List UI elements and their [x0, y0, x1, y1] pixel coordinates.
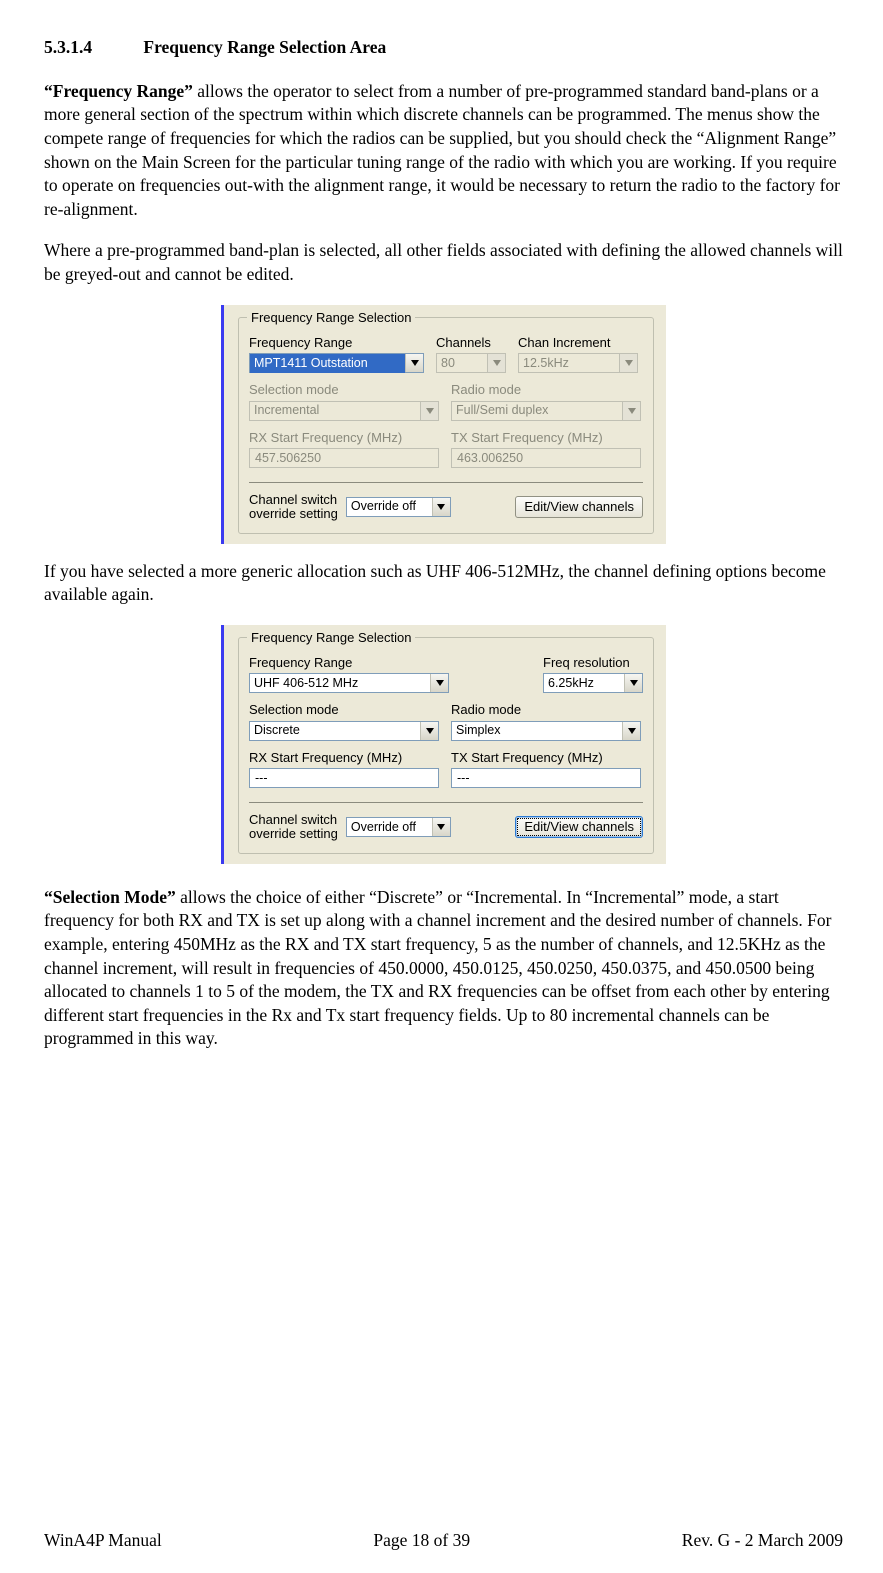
section-heading: 5.3.1.4 Frequency Range Selection Area: [44, 36, 843, 60]
label-selection-mode: Selection mode: [249, 701, 439, 719]
rx-start-field[interactable]: ---: [249, 768, 439, 788]
bottom-row: Channel switch override setting Override…: [249, 813, 643, 840]
chan-increment-dropdown: 12.5kHz: [518, 353, 638, 373]
label-radio-mode: Radio mode: [451, 381, 641, 399]
selection-mode-dropdown[interactable]: Discrete: [249, 721, 439, 741]
para4-rest: allows the choice of either “Discrete” o…: [44, 887, 831, 1049]
freq-range-groupbox-1: Frequency Range Selection Frequency Rang…: [221, 305, 666, 544]
selection-mode-value: Incremental: [250, 401, 420, 420]
chevron-down-icon: [622, 722, 640, 740]
freq-range-value: MPT1411 Outstation: [250, 354, 405, 373]
override-dropdown[interactable]: Override off: [346, 817, 451, 837]
chevron-down-icon: [432, 818, 450, 836]
radio-mode-value: Full/Semi duplex: [452, 401, 622, 420]
chevron-down-icon: [619, 354, 637, 372]
override-dropdown[interactable]: Override off: [346, 497, 451, 517]
chevron-down-icon: [405, 354, 423, 372]
radio-mode-dropdown[interactable]: Simplex: [451, 721, 641, 741]
label-channel-switch-override: Channel switch override setting: [249, 813, 338, 840]
figure-1: Frequency Range Selection Frequency Rang…: [44, 305, 843, 544]
para4-lead: “Selection Mode”: [44, 887, 176, 907]
freq-resolution-dropdown[interactable]: 6.25kHz: [543, 673, 643, 693]
footer-left: WinA4P Manual: [44, 1529, 162, 1553]
freq-range-groupbox-2: Frequency Range Selection Frequency Rang…: [221, 625, 666, 864]
label-rx-start: RX Start Frequency (MHz): [249, 749, 439, 767]
channels-value: 80: [437, 354, 487, 373]
label-freq-range: Frequency Range: [249, 654, 449, 672]
figure-2: Frequency Range Selection Frequency Rang…: [44, 625, 843, 864]
radio-mode-value: Simplex: [452, 721, 622, 740]
groupbox-legend: Frequency Range Selection: [247, 629, 415, 647]
selection-mode-value: Discrete: [250, 721, 420, 740]
freq-range-dropdown[interactable]: MPT1411 Outstation: [249, 353, 424, 373]
label-freq-resolution: Freq resolution: [543, 654, 643, 672]
chevron-down-icon: [430, 674, 448, 692]
label-channels: Channels: [436, 334, 506, 352]
para1-rest: allows the operator to select from a num…: [44, 81, 840, 219]
bottom-row: Channel switch override setting Override…: [249, 493, 643, 520]
label-chan-increment: Chan Increment: [518, 334, 638, 352]
freq-range-dropdown[interactable]: UHF 406-512 MHz: [249, 673, 449, 693]
edit-view-channels-button[interactable]: Edit/View channels: [515, 816, 643, 838]
chevron-down-icon: [420, 722, 438, 740]
paragraph-3: If you have selected a more generic allo…: [44, 560, 843, 607]
label-rx-start: RX Start Frequency (MHz): [249, 429, 439, 447]
edit-view-channels-button[interactable]: Edit/View channels: [515, 496, 643, 518]
freq-range-value: UHF 406-512 MHz: [250, 674, 430, 693]
override-value: Override off: [347, 497, 432, 516]
selection-mode-dropdown: Incremental: [249, 401, 439, 421]
footer-right: Rev. G - 2 March 2009: [682, 1529, 843, 1553]
rx-start-field: 457.506250: [249, 448, 439, 468]
paragraph-2: Where a pre-programmed band-plan is sele…: [44, 239, 843, 286]
chevron-down-icon: [624, 674, 642, 692]
chevron-down-icon: [420, 402, 438, 420]
footer-center: Page 18 of 39: [373, 1529, 470, 1553]
section-title: Frequency Range Selection Area: [143, 37, 386, 57]
chevron-down-icon: [622, 402, 640, 420]
chan-increment-value: 12.5kHz: [519, 354, 619, 373]
override-value: Override off: [347, 818, 432, 837]
label-tx-start: TX Start Frequency (MHz): [451, 749, 641, 767]
divider: [249, 482, 643, 483]
groupbox-legend: Frequency Range Selection: [247, 309, 415, 327]
tx-start-field[interactable]: ---: [451, 768, 641, 788]
section-number: 5.3.1.4: [44, 36, 139, 60]
label-freq-range: Frequency Range: [249, 334, 424, 352]
chevron-down-icon: [432, 498, 450, 516]
tx-start-field: 463.006250: [451, 448, 641, 468]
page-footer: WinA4P Manual Page 18 of 39 Rev. G - 2 M…: [44, 1529, 843, 1553]
paragraph-4: “Selection Mode” allows the choice of ei…: [44, 886, 843, 1051]
paragraph-1: “Frequency Range” allows the operator to…: [44, 80, 843, 222]
label-tx-start: TX Start Frequency (MHz): [451, 429, 641, 447]
divider: [249, 802, 643, 803]
label-selection-mode: Selection mode: [249, 381, 439, 399]
freq-resolution-value: 6.25kHz: [544, 674, 624, 693]
label-channel-switch-override: Channel switch override setting: [249, 493, 338, 520]
radio-mode-dropdown: Full/Semi duplex: [451, 401, 641, 421]
para1-lead: “Frequency Range”: [44, 81, 193, 101]
channels-dropdown: 80: [436, 353, 506, 373]
label-radio-mode: Radio mode: [451, 701, 641, 719]
chevron-down-icon: [487, 354, 505, 372]
